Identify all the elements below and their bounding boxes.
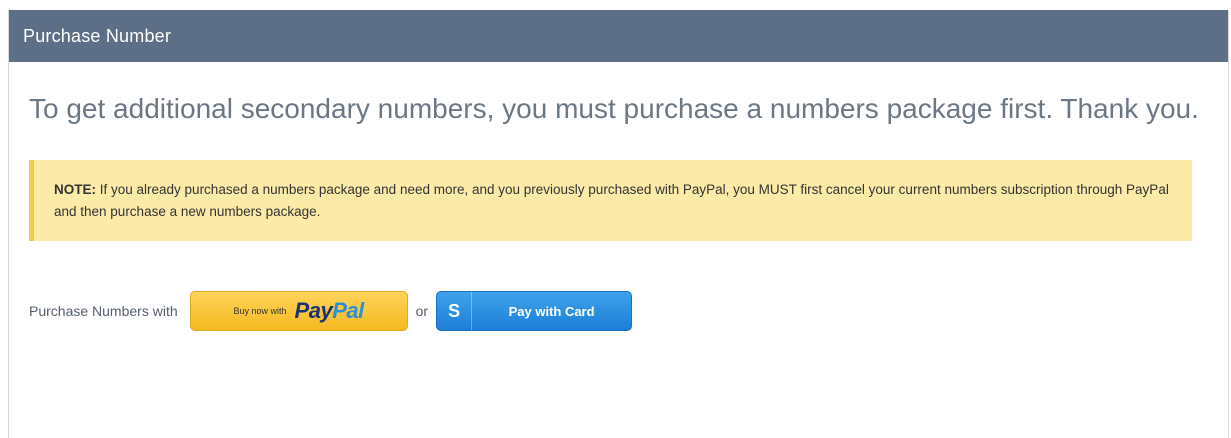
lead-message: To get additional secondary numbers, you…: [29, 93, 1199, 124]
panel-title: Purchase Number: [23, 25, 172, 46]
stripe-s-icon: S: [437, 292, 473, 330]
note-label: NOTE:: [54, 182, 96, 197]
paypal-logo-pay: Pay: [294, 298, 333, 323]
pay-with-card-button[interactable]: S Pay with Card: [436, 291, 633, 331]
paypal-logo-pal: Pal: [332, 298, 364, 323]
paypal-logo: PayPal: [294, 298, 365, 324]
note-alert: NOTE: If you already purchased a numbers…: [29, 160, 1192, 241]
purchase-label: Purchase Numbers with: [29, 303, 178, 319]
purchase-number-panel: Purchase Number To get additional second…: [8, 10, 1229, 438]
or-separator: or: [415, 303, 429, 319]
pay-with-card-label: Pay with Card: [508, 303, 595, 319]
paypal-buy-now-button[interactable]: Buy now with PayPal: [189, 291, 408, 331]
purchase-row: Purchase Numbers with Buy now with PayPa…: [29, 291, 1208, 331]
panel-header: Purchase Number: [9, 10, 1228, 62]
panel-body: To get additional secondary numbers, you…: [9, 92, 1228, 331]
paypal-buy-text: Buy now with: [233, 306, 287, 316]
note-text: If you already purchased a numbers packa…: [54, 182, 1169, 219]
